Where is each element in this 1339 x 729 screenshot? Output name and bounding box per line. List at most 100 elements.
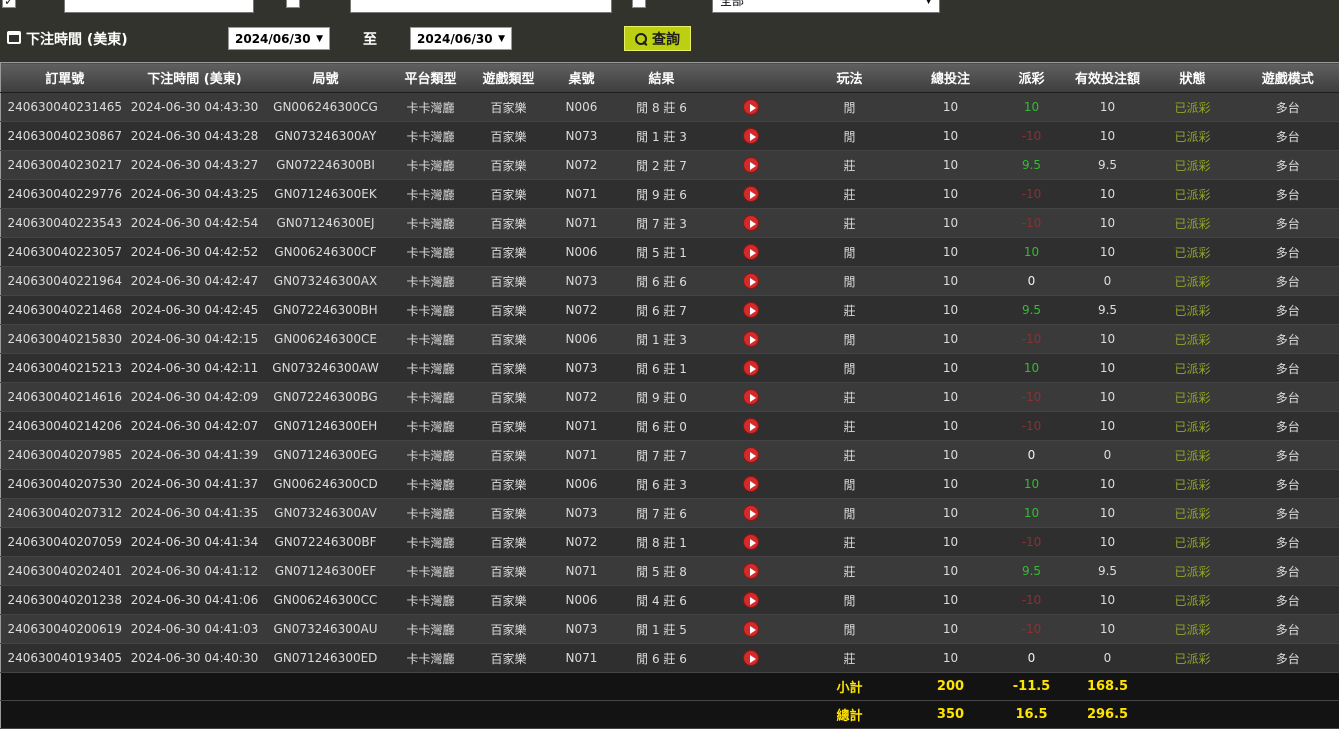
filter-checkbox-1[interactable]: ✓ <box>2 0 16 8</box>
cell-play <box>707 470 795 499</box>
cell-time: 2024-06-30 04:42:52 <box>129 238 261 267</box>
cell-valid_bet: 10 <box>1067 122 1149 151</box>
play-video-button[interactable] <box>743 186 759 202</box>
filter-input-2[interactable] <box>350 0 612 13</box>
cell-mode: 多台 <box>1237 383 1339 412</box>
cell-valid_bet: 10 <box>1067 615 1149 644</box>
cell-bet_type: 莊 <box>795 441 905 470</box>
cell-result: 閒 6 莊 1 <box>617 354 707 383</box>
cell-platform: 卡卡灣廳 <box>391 383 471 412</box>
cell-order: 240630040207059 <box>1 528 129 557</box>
cell-play <box>707 122 795 151</box>
play-video-button[interactable] <box>743 418 759 434</box>
cell-time: 2024-06-30 04:41:12 <box>129 557 261 586</box>
play-video-button[interactable] <box>743 157 759 173</box>
cell-order: 240630040215213 <box>1 354 129 383</box>
cell-time: 2024-06-30 04:43:27 <box>129 151 261 180</box>
cell-status: 已派彩 <box>1149 180 1237 209</box>
cell-game: 百家樂 <box>471 383 547 412</box>
table-row: 2406300402314652024-06-30 04:43:30GN0062… <box>1 93 1339 122</box>
cell-game: 百家樂 <box>471 644 547 673</box>
summary-total_bet: 200 <box>905 673 997 701</box>
play-video-button[interactable] <box>743 215 759 231</box>
cell-table_no: N071 <box>547 209 617 238</box>
cell-payout: 10 <box>997 354 1067 383</box>
filter-category-select[interactable]: 全部 ▼ <box>712 0 940 13</box>
filter-checkbox-2[interactable] <box>286 0 300 8</box>
cell-status: 已派彩 <box>1149 383 1237 412</box>
cell-mode: 多台 <box>1237 354 1339 383</box>
cell-platform: 卡卡灣廳 <box>391 615 471 644</box>
cell-round: GN071246300ED <box>261 644 391 673</box>
play-video-button[interactable] <box>743 534 759 550</box>
cell-payout: 10 <box>997 238 1067 267</box>
summary-valid_bet: 168.5 <box>1067 673 1149 701</box>
play-video-button[interactable] <box>743 302 759 318</box>
play-video-button[interactable] <box>743 650 759 666</box>
cell-mode: 多台 <box>1237 499 1339 528</box>
table-row: 2406300402075302024-06-30 04:41:37GN0062… <box>1 470 1339 499</box>
filter-input-1[interactable] <box>64 0 254 13</box>
query-button[interactable]: 查詢 <box>624 26 691 51</box>
cell-time: 2024-06-30 04:42:09 <box>129 383 261 412</box>
cell-round: GN071246300EK <box>261 180 391 209</box>
play-video-button[interactable] <box>743 505 759 521</box>
cell-payout: -10 <box>997 209 1067 238</box>
cell-result: 閒 1 莊 3 <box>617 122 707 151</box>
cell-order: 240630040230867 <box>1 122 129 151</box>
play-video-button[interactable] <box>743 99 759 115</box>
cell-time: 2024-06-30 04:41:03 <box>129 615 261 644</box>
table-row: 2406300402158302024-06-30 04:42:15GN0062… <box>1 325 1339 354</box>
cell-platform: 卡卡灣廳 <box>391 441 471 470</box>
cell-valid_bet: 10 <box>1067 586 1149 615</box>
cell-payout: 9.5 <box>997 296 1067 325</box>
cell-time: 2024-06-30 04:43:25 <box>129 180 261 209</box>
cell-order: 240630040200619 <box>1 615 129 644</box>
date-to-select[interactable]: 2024/06/30 ▼ <box>410 27 512 50</box>
cell-total_bet: 10 <box>905 644 997 673</box>
cell-time: 2024-06-30 04:42:11 <box>129 354 261 383</box>
cell-game: 百家樂 <box>471 93 547 122</box>
cell-round: GN073246300AY <box>261 122 391 151</box>
filter-bar: ✓ 全部 ▼ 下注時間 (美東) 2024/06/30 ▼ 至 2024/06/… <box>0 0 1339 62</box>
cell-payout: -10 <box>997 586 1067 615</box>
cell-mode: 多台 <box>1237 412 1339 441</box>
cell-game: 百家樂 <box>471 151 547 180</box>
cell-table_no: N073 <box>547 122 617 151</box>
chevron-down-icon: ▼ <box>925 0 932 6</box>
cell-payout: 0 <box>997 441 1067 470</box>
play-video-button[interactable] <box>743 563 759 579</box>
cell-bet_type: 閒 <box>795 267 905 296</box>
cell-result: 閒 6 莊 7 <box>617 296 707 325</box>
cell-table_no: N073 <box>547 354 617 383</box>
cell-round: GN073246300AX <box>261 267 391 296</box>
play-video-button[interactable] <box>743 273 759 289</box>
subtotal-row: 小計200-11.5168.5 <box>1 673 1339 701</box>
cell-total_bet: 10 <box>905 93 997 122</box>
cell-valid_bet: 9.5 <box>1067 151 1149 180</box>
cell-play <box>707 325 795 354</box>
play-video-button[interactable] <box>743 331 759 347</box>
filter-checkbox-3[interactable] <box>632 0 646 8</box>
cell-mode: 多台 <box>1237 151 1339 180</box>
cell-bet_type: 閒 <box>795 586 905 615</box>
play-video-button[interactable] <box>743 244 759 260</box>
play-video-button[interactable] <box>743 360 759 376</box>
play-video-button[interactable] <box>743 621 759 637</box>
cell-platform: 卡卡灣廳 <box>391 151 471 180</box>
cell-play <box>707 528 795 557</box>
play-video-button[interactable] <box>743 592 759 608</box>
cell-platform: 卡卡灣廳 <box>391 412 471 441</box>
col-result: 結果 <box>617 63 707 93</box>
play-video-button[interactable] <box>743 447 759 463</box>
cell-order: 240630040221468 <box>1 296 129 325</box>
cell-time: 2024-06-30 04:43:30 <box>129 93 261 122</box>
play-video-button[interactable] <box>743 476 759 492</box>
date-from-select[interactable]: 2024/06/30 ▼ <box>228 27 330 50</box>
cell-game: 百家樂 <box>471 557 547 586</box>
cell-play <box>707 441 795 470</box>
play-video-button[interactable] <box>743 128 759 144</box>
cell-valid_bet: 10 <box>1067 499 1149 528</box>
cell-bet_type: 閒 <box>795 93 905 122</box>
play-video-button[interactable] <box>743 389 759 405</box>
